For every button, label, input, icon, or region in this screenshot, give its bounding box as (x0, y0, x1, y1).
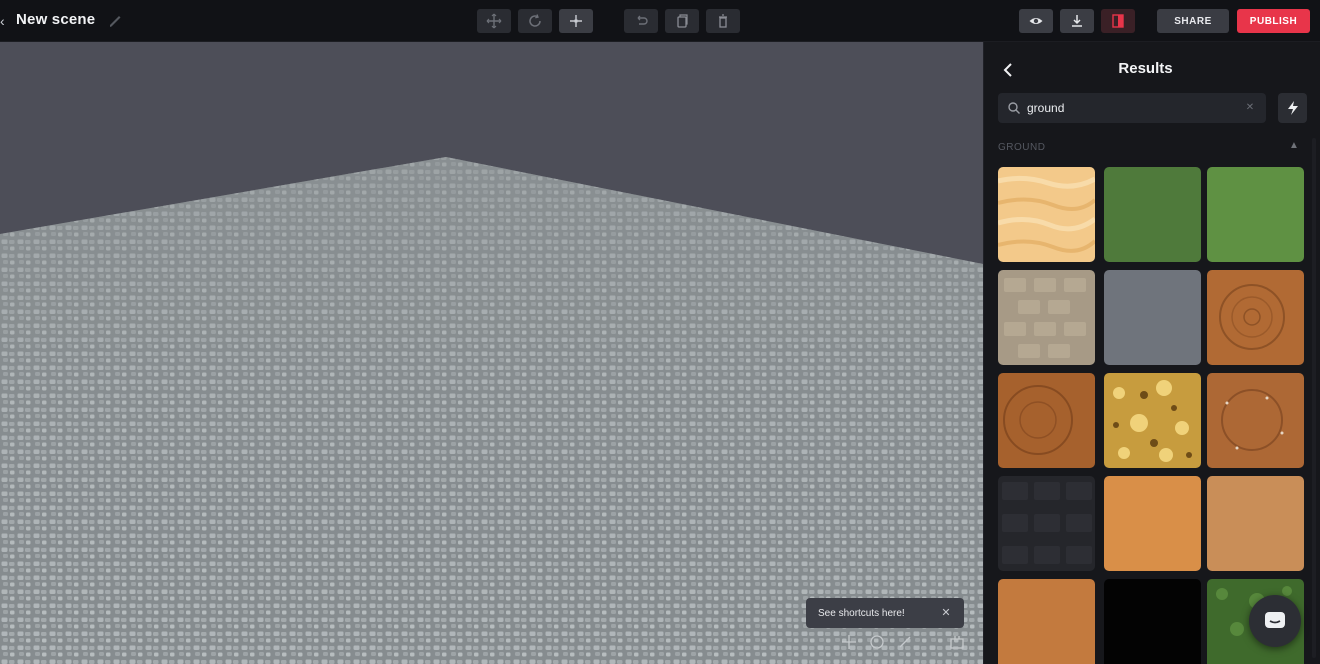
rotate-tool-button[interactable] (518, 9, 552, 33)
top-bar: ‹ New scene SHARE PUBLISH (0, 0, 1320, 42)
scale-tool-button[interactable] (559, 9, 593, 33)
scale-icon (570, 15, 582, 27)
texture-tile-brown-ring[interactable] (1207, 270, 1304, 365)
pencil-icon[interactable] (107, 11, 123, 29)
move-icon (486, 13, 502, 29)
chevron-up-icon[interactable]: ▲ (1288, 140, 1300, 152)
scene-title[interactable]: New scene (16, 11, 95, 28)
texture-tile-brown-pebbles[interactable] (1207, 373, 1304, 468)
preview-eye-icon (1029, 18, 1043, 24)
search-box[interactable]: ✕ (998, 93, 1266, 123)
download-button[interactable] (1060, 9, 1094, 33)
ground-plane[interactable] (0, 42, 983, 664)
clear-search-icon[interactable]: ✕ (1244, 102, 1256, 114)
texture-tile-slate-grey[interactable] (1104, 270, 1201, 365)
search-input[interactable] (1027, 99, 1237, 117)
texture-tile-orange-clay[interactable] (1104, 476, 1201, 571)
texture-tile-dark-tiles[interactable] (998, 476, 1095, 571)
delete-icon (719, 14, 727, 28)
chat-icon (1265, 612, 1285, 628)
section-label: GROUND (998, 142, 1046, 153)
download-icon (1072, 15, 1082, 27)
panel-toggle-button[interactable] (1101, 9, 1135, 33)
panel-toggle-icon (1112, 14, 1124, 28)
texture-tile-terracotta[interactable] (998, 579, 1095, 664)
duplicate-icon (677, 14, 688, 28)
quick-action-button[interactable] (1278, 93, 1307, 123)
rotate-icon (529, 14, 541, 27)
move-gizmo-icon[interactable] (840, 633, 858, 651)
texture-tile-beige-paving[interactable] (998, 270, 1095, 365)
texture-tile-light-green[interactable] (1207, 167, 1304, 262)
share-button[interactable]: SHARE (1157, 9, 1229, 33)
chat-button[interactable] (1249, 595, 1301, 647)
undo-button[interactable] (624, 9, 658, 33)
duplicate-button[interactable] (665, 9, 699, 33)
orbit-icon[interactable] (868, 633, 886, 651)
move-tool-button[interactable] (477, 9, 511, 33)
close-icon[interactable]: ✕ (940, 607, 952, 619)
texture-tile-brown-ring-2[interactable] (998, 373, 1095, 468)
texture-tile-golden-rock[interactable] (1104, 373, 1201, 468)
texture-tile-black[interactable] (1104, 579, 1201, 664)
undo-icon (637, 15, 648, 25)
scrollbar[interactable] (1312, 138, 1316, 658)
back-icon[interactable]: ‹ (0, 12, 8, 30)
shortcuts-toast[interactable]: See shortcuts here! ✕ (806, 598, 964, 628)
scene-viewport[interactable]: See shortcuts here! ✕ (0, 42, 983, 664)
texture-tile-sand[interactable] (998, 167, 1095, 262)
publish-button[interactable]: PUBLISH (1237, 9, 1310, 33)
texture-tile-dark-green[interactable] (1104, 167, 1201, 262)
pan-icon[interactable] (896, 633, 914, 651)
toast-text: See shortcuts here! (818, 607, 905, 619)
grid-icon[interactable] (948, 633, 966, 651)
texture-tile-tan-clay[interactable] (1207, 476, 1304, 571)
delete-button[interactable] (706, 9, 740, 33)
lightning-icon (1287, 101, 1298, 115)
preview-button[interactable] (1019, 9, 1053, 33)
search-icon (1007, 101, 1021, 115)
results-panel: Results ✕ GROUND ▲ (983, 42, 1320, 664)
panel-title: Results (1118, 60, 1173, 77)
